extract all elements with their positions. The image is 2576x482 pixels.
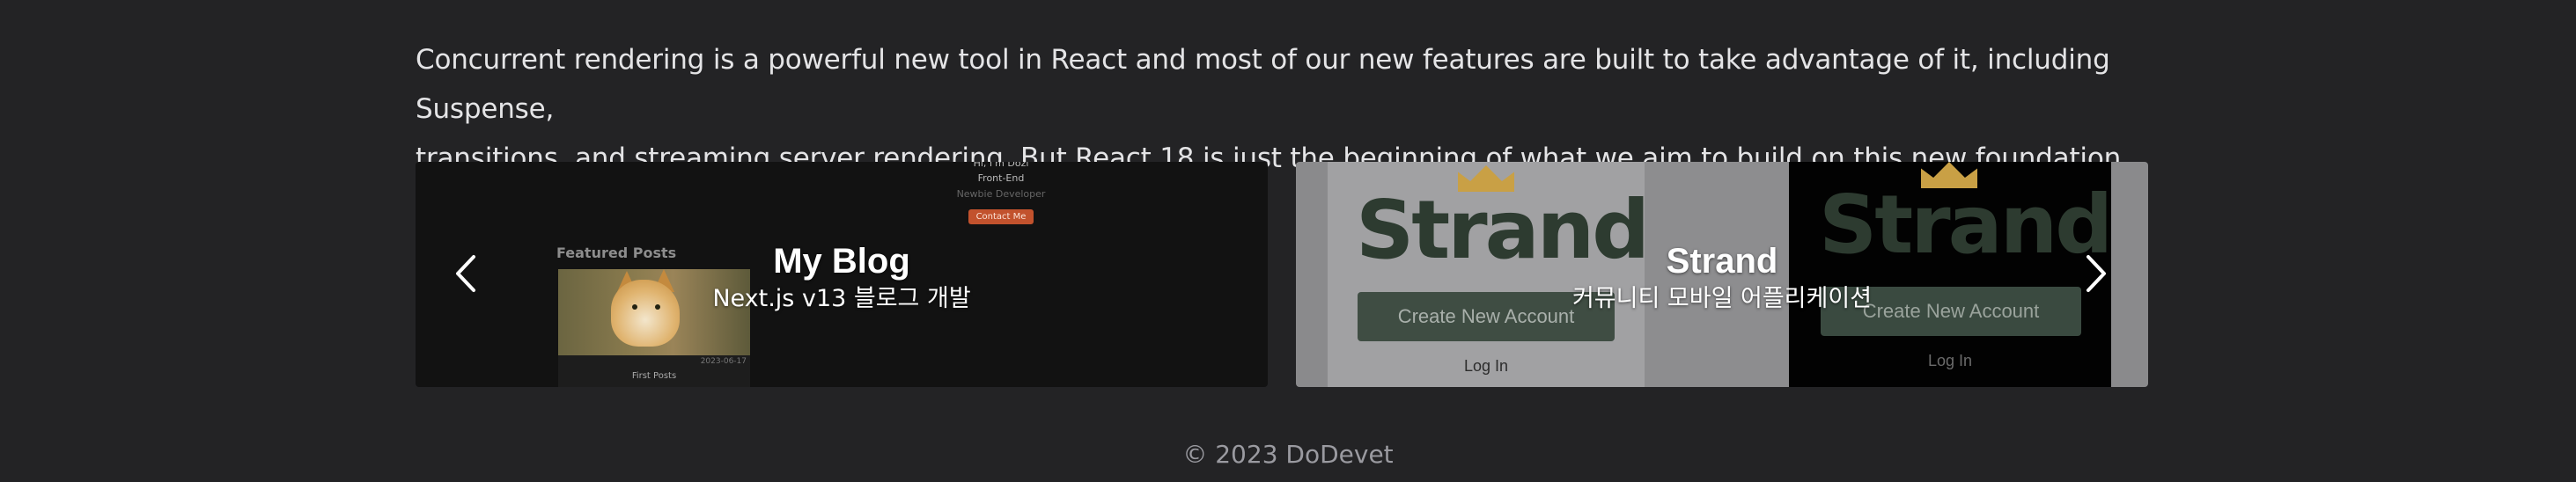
carousel-prev-button[interactable]	[451, 247, 481, 300]
chevron-right-icon	[2087, 255, 2106, 292]
card-title: Strand	[1666, 242, 1778, 281]
chevron-left-icon	[456, 255, 475, 292]
project-card-strand[interactable]: Strand Create New Account Log In Strand …	[1296, 162, 2148, 387]
project-card-my-blog[interactable]: Hi, I'm Dozi Front-End Newbie Developer …	[416, 162, 1268, 387]
card-subtitle: Next.js v13 블로그 개발	[712, 285, 971, 312]
carousel-next-button[interactable]	[2081, 247, 2111, 300]
card-subtitle: 커뮤니티 모바일 어플리케이션	[1571, 285, 1873, 312]
footer-copyright: © 2023 DoDevet	[1182, 440, 1394, 469]
card-caption: Strand 커뮤니티 모바일 어플리케이션	[1296, 162, 2148, 387]
intro-paragraph: Concurrent rendering is a powerful new t…	[416, 35, 2176, 183]
card-caption: My Blog Next.js v13 블로그 개발	[416, 162, 1268, 387]
intro-line-1: Concurrent rendering is a powerful new t…	[416, 44, 2110, 125]
card-title: My Blog	[773, 242, 910, 281]
